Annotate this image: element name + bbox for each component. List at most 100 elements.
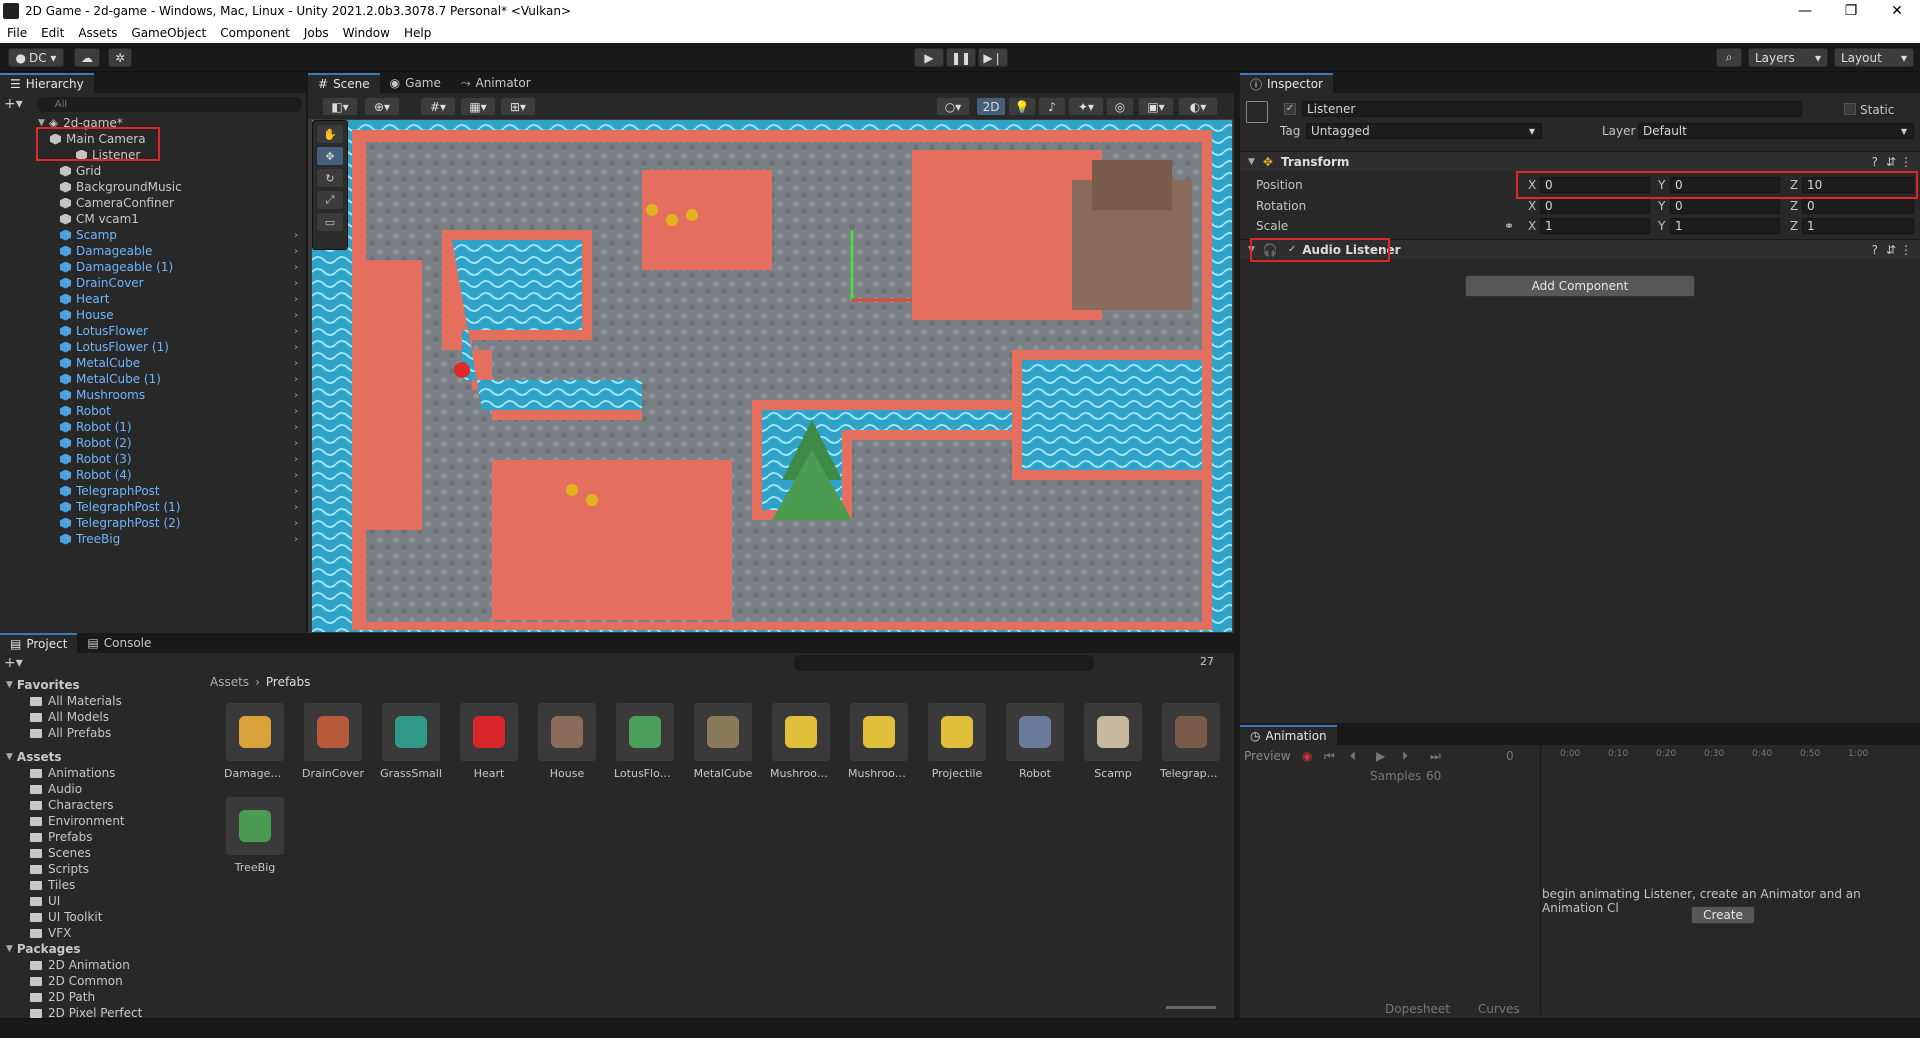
hierarchy-item[interactable]: Robot (2) › [60,435,306,451]
chevron-right-icon[interactable]: › [294,246,298,257]
favorites-header[interactable]: ▼ Favorites [6,677,80,693]
hierarchy-item[interactable]: Grid [60,163,306,179]
hierarchy-item[interactable]: LotusFlower (1) › [60,339,306,355]
asset-folder[interactable]: Scenes [30,845,91,861]
chevron-right-icon[interactable]: › [294,278,298,289]
active-checkbox[interactable]: ✓ [1284,103,1296,115]
camera-dropdown[interactable]: ▣▾ [1138,97,1174,116]
chevron-right-icon[interactable]: › [294,294,298,305]
asset-folder[interactable]: Prefabs [30,829,93,845]
samples-field[interactable]: 60 [1426,769,1441,783]
audio-icon[interactable]: ♪ [1038,97,1066,116]
hierarchy-item[interactable]: House › [60,307,306,323]
account-dropdown[interactable]: ● DC ▾ [8,48,64,67]
chevron-right-icon[interactable]: › [294,310,298,321]
preset-icon[interactable]: ⇵ [1886,243,1896,257]
scale-x-field[interactable]: 1 [1540,218,1650,234]
breadcrumb-assets[interactable]: Assets [210,675,249,689]
package-folder[interactable]: 2D Animation [30,957,130,973]
favorite-item[interactable]: All Prefabs [30,725,111,741]
layer-dropdown[interactable]: Default ▾ [1638,123,1914,139]
tab-project[interactable]: ▤ Project [0,633,78,653]
hierarchy-item[interactable]: Main Camera [50,131,306,147]
rotation-y-field[interactable]: 0 [1670,198,1780,214]
transform-header[interactable]: ▼ ✥ Transform ? ⇵ ⋮ [1240,151,1920,171]
rect-tool-icon[interactable]: ▭ [317,213,343,231]
prefab-asset[interactable]: Damageab... [224,703,286,780]
chevron-right-icon[interactable]: › [294,470,298,481]
hierarchy-item[interactable]: Robot (4) › [60,467,306,483]
effects-dropdown[interactable]: ✦▾ [1068,97,1104,116]
help-icon[interactable]: ? [1872,243,1878,257]
chevron-right-icon[interactable]: › [294,390,298,401]
lighting-icon[interactable]: 💡 [1008,97,1036,116]
hierarchy-item[interactable]: TelegraphPost › [60,483,306,499]
menu-gameobject[interactable]: GameObject [124,26,213,40]
hierarchy-item[interactable]: TelegraphPost (2) › [60,515,306,531]
frame-field[interactable]: 0 [1506,749,1514,763]
asset-folder[interactable]: Scripts [30,861,89,877]
create-asset-icon[interactable]: +▾ [4,655,23,671]
gizmos-dropdown[interactable]: ◐▾ [1178,97,1218,116]
preset-icon[interactable]: ⇵ [1886,155,1896,169]
scale-z-field[interactable]: 1 [1802,218,1914,234]
hierarchy-item[interactable]: Heart › [60,291,306,307]
menu-help[interactable]: Help [397,26,438,40]
tab-console[interactable]: ▤ Console [77,633,161,653]
next-keyframe-icon[interactable]: ⏵ [1402,749,1408,764]
scale-tool-icon[interactable]: ⤢ [317,191,343,209]
prefab-asset[interactable]: LotusFlow... [614,703,676,780]
menu-window[interactable]: Window [336,26,397,40]
prefab-asset[interactable]: Mushrooms [848,703,910,780]
maximize-button[interactable]: ❐ [1828,0,1874,22]
collab-icon[interactable]: ✲ [108,48,132,67]
hierarchy-item[interactable]: DrainCover › [60,275,306,291]
first-keyframe-icon[interactable]: ⏮ [1324,749,1335,764]
hierarchy-item[interactable]: TelegraphPost (1) › [60,499,306,515]
rotation-z-field[interactable]: 0 [1802,198,1914,214]
search-icon[interactable]: ⌕ [1716,48,1742,67]
object-name-field[interactable]: Listener [1302,101,1802,117]
hierarchy-item[interactable]: Scamp › [60,227,306,243]
record-icon[interactable]: ◉ [1302,749,1312,763]
asset-folder[interactable]: Audio [30,781,82,797]
prefab-asset[interactable]: Scamp [1082,703,1144,780]
play-animation-icon[interactable]: ▶ [1376,749,1385,763]
position-y-field[interactable]: 0 [1670,177,1780,193]
rotation-x-field[interactable]: 0 [1540,198,1650,214]
assets-header[interactable]: ▼ Assets [6,749,62,765]
asset-folder[interactable]: Environment [30,813,125,829]
curves-tab[interactable]: Curves [1478,1002,1520,1016]
help-icon[interactable]: ? [1872,155,1878,169]
visibility-icon[interactable]: ◎ [1106,97,1134,116]
hand-tool-icon[interactable]: ✋ [317,125,343,143]
hierarchy-item[interactable]: CM vcam1 [60,211,306,227]
add-component-button[interactable]: Add Component [1465,275,1695,297]
hierarchy-item[interactable]: MetalCube › [60,355,306,371]
scale-y-field[interactable]: 1 [1670,218,1780,234]
menu-component[interactable]: Component [213,26,297,40]
chevron-right-icon[interactable]: › [294,230,298,241]
2d-toggle[interactable]: 2D [976,97,1006,116]
add-icon[interactable]: +▾ [4,96,23,112]
position-x-field[interactable]: 0 [1540,177,1650,193]
menu-file[interactable]: File [0,26,34,40]
chevron-right-icon[interactable]: › [294,454,298,465]
grid-snap-dropdown[interactable]: #▾ [420,97,456,116]
tab-hierarchy[interactable]: ☰ Hierarchy [0,73,94,93]
prefab-asset[interactable]: GrassSmall [380,703,442,780]
prev-keyframe-icon[interactable]: ⏴ [1350,749,1356,764]
layers-dropdown[interactable]: Layers ▾ [1748,48,1828,67]
tab-animator[interactable]: ⤳ Animator [451,73,541,93]
last-keyframe-icon[interactable]: ⏭ [1430,749,1441,764]
shading-dropdown[interactable]: ◧▾ [322,97,358,116]
increment-snap-dropdown[interactable]: ⊞▾ [500,97,536,116]
chevron-right-icon[interactable]: › [294,326,298,337]
menu-jobs[interactable]: Jobs [297,26,336,40]
packages-header[interactable]: ▼ Packages [6,941,81,957]
chevron-right-icon[interactable]: › [294,534,298,545]
prefab-asset[interactable]: MetalCube [692,703,754,780]
timeline-ruler[interactable]: 0:00 0:10 0:20 0:30 0:40 0:50 1:00 [1560,749,1910,763]
hierarchy-item[interactable]: Mushrooms › [60,387,306,403]
prefab-asset[interactable]: Heart [458,703,520,780]
